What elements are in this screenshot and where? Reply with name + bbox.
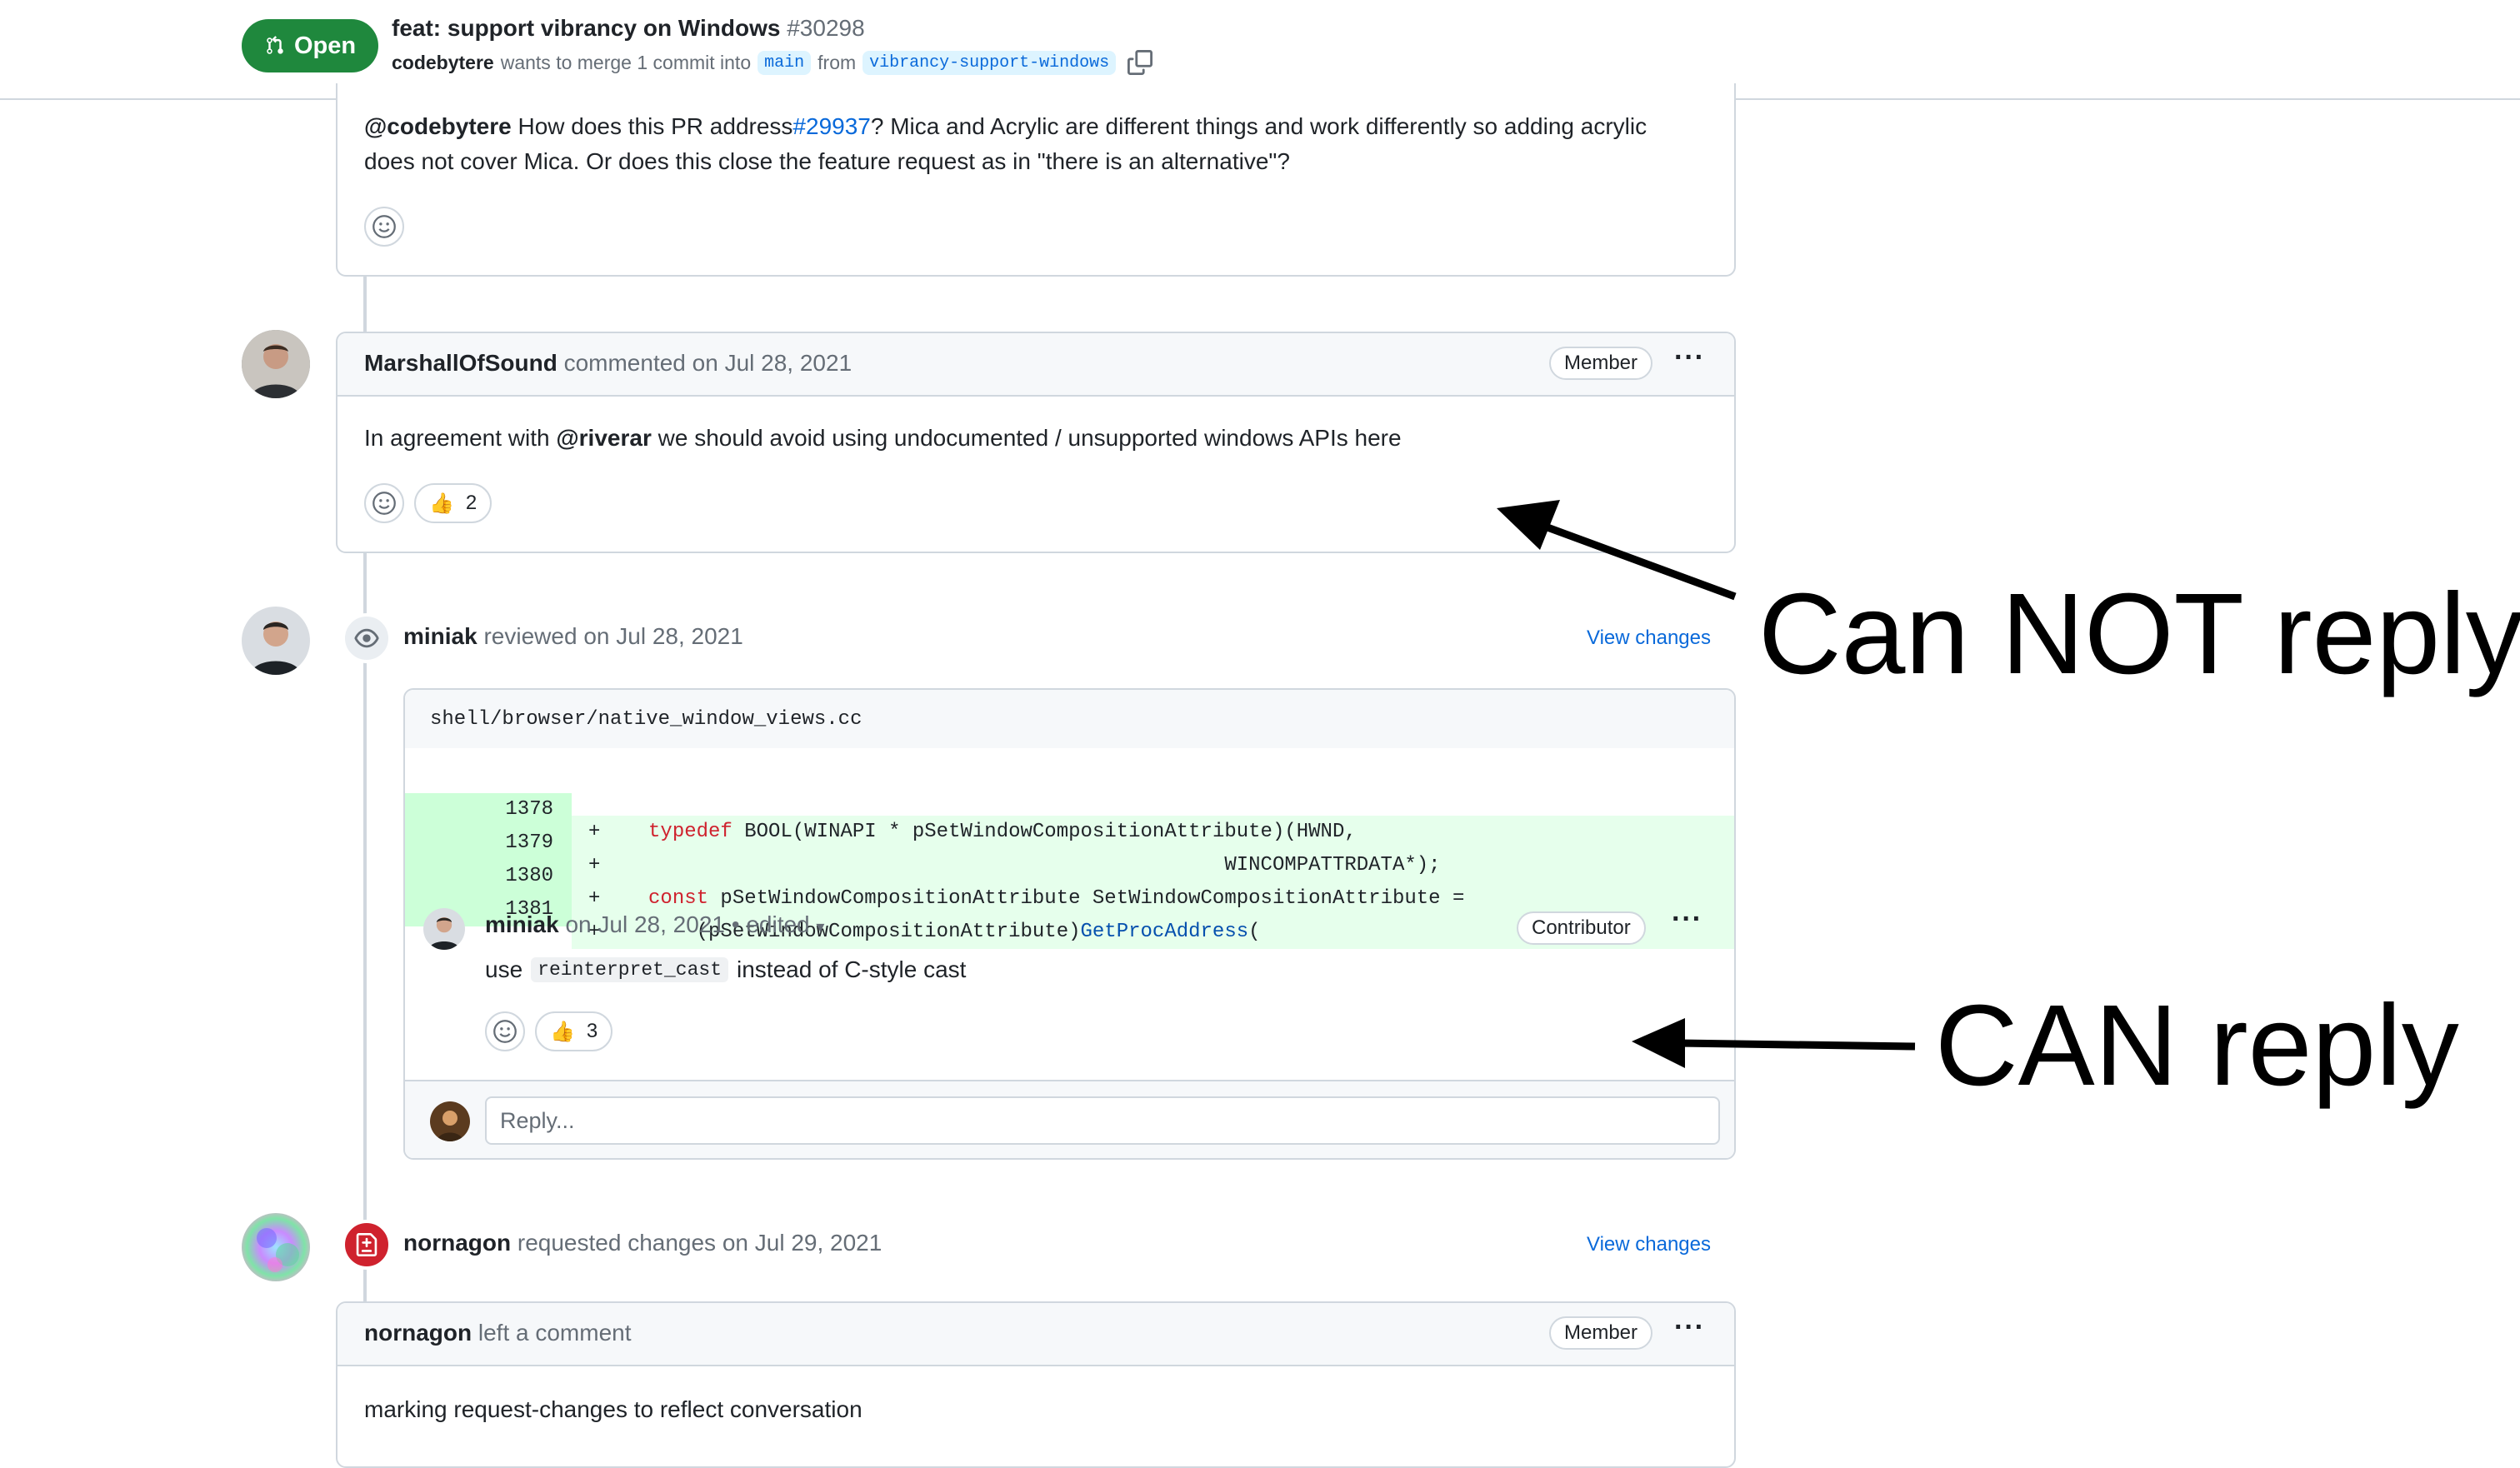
annotation-cannot-reply: Can NOT reply	[1758, 570, 2520, 698]
arrow-can-reply	[1632, 1018, 1916, 1068]
annotation-arrows	[1497, 500, 1916, 1068]
arrow-cannot-reply	[1497, 500, 1737, 601]
annotation-can-reply: CAN reply	[1935, 981, 2459, 1110]
